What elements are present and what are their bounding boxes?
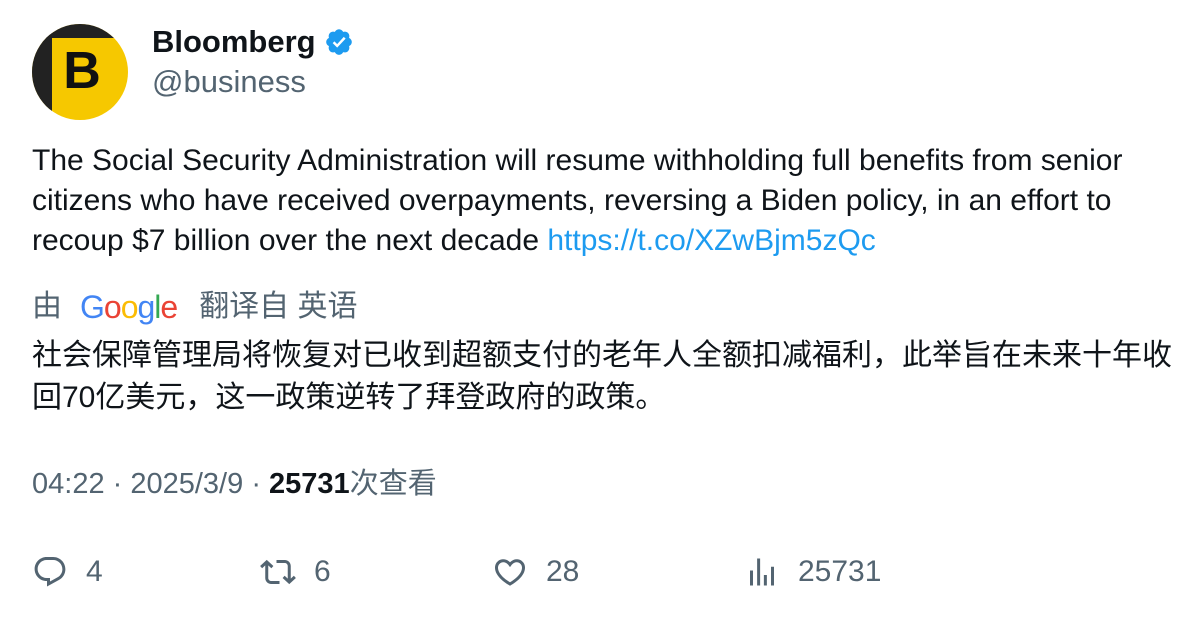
translated-text: 社会保障管理局将恢复对已收到超额支付的老年人全额扣减福利，此举旨在未来十年收回7… xyxy=(32,339,1172,414)
reply-count: 4 xyxy=(86,555,103,588)
analytics-icon xyxy=(744,554,780,590)
verified-badge-icon xyxy=(324,27,354,57)
views-count: 25731 xyxy=(269,468,350,500)
heart-icon xyxy=(492,554,528,590)
tweet-link[interactable]: https://t.co/XZwBjm5zQc xyxy=(547,224,875,257)
action-bar: 4 6 28 25731 xyxy=(32,548,1172,596)
tweet-time[interactable]: 04:22 xyxy=(32,468,105,500)
tweet-text: The Social Security Administration will … xyxy=(32,141,1172,261)
views-count-action: 25731 xyxy=(798,555,882,588)
author-name[interactable]: Bloomberg xyxy=(152,22,316,62)
like-count: 28 xyxy=(546,555,580,588)
tweet-card: B Bloomberg @business The Social Securit… xyxy=(0,0,1196,618)
translation-attribution: 由 Google 翻译自 英语 xyxy=(32,286,358,328)
avatar-shadow-left xyxy=(32,24,52,120)
author-name-row: Bloomberg xyxy=(152,22,354,62)
retweet-count: 6 xyxy=(314,555,331,588)
meta-separator: · xyxy=(251,468,270,500)
retweet-button[interactable]: 6 xyxy=(260,548,331,596)
meta-separator: · xyxy=(112,468,131,500)
author-avatar[interactable]: B xyxy=(32,24,128,120)
reply-button[interactable]: 4 xyxy=(32,548,103,596)
translation-by-label: 由 xyxy=(32,290,62,323)
reply-icon xyxy=(32,554,68,590)
views-label: 次查看 xyxy=(349,468,437,500)
translation-from-label: 翻译自 英语 xyxy=(199,290,358,323)
author-handle[interactable]: @business xyxy=(152,62,306,102)
tweet-meta: 04:22 · 2025/3/9 · 25731次查看 xyxy=(32,464,437,504)
retweet-icon xyxy=(260,554,296,590)
like-button[interactable]: 28 xyxy=(492,548,579,596)
avatar-shadow-top xyxy=(32,24,128,38)
views-button[interactable]: 25731 xyxy=(744,548,881,596)
google-logo[interactable]: Google xyxy=(80,286,178,328)
avatar-letter: B xyxy=(63,42,101,100)
tweet-date[interactable]: 2025/3/9 xyxy=(130,468,243,500)
